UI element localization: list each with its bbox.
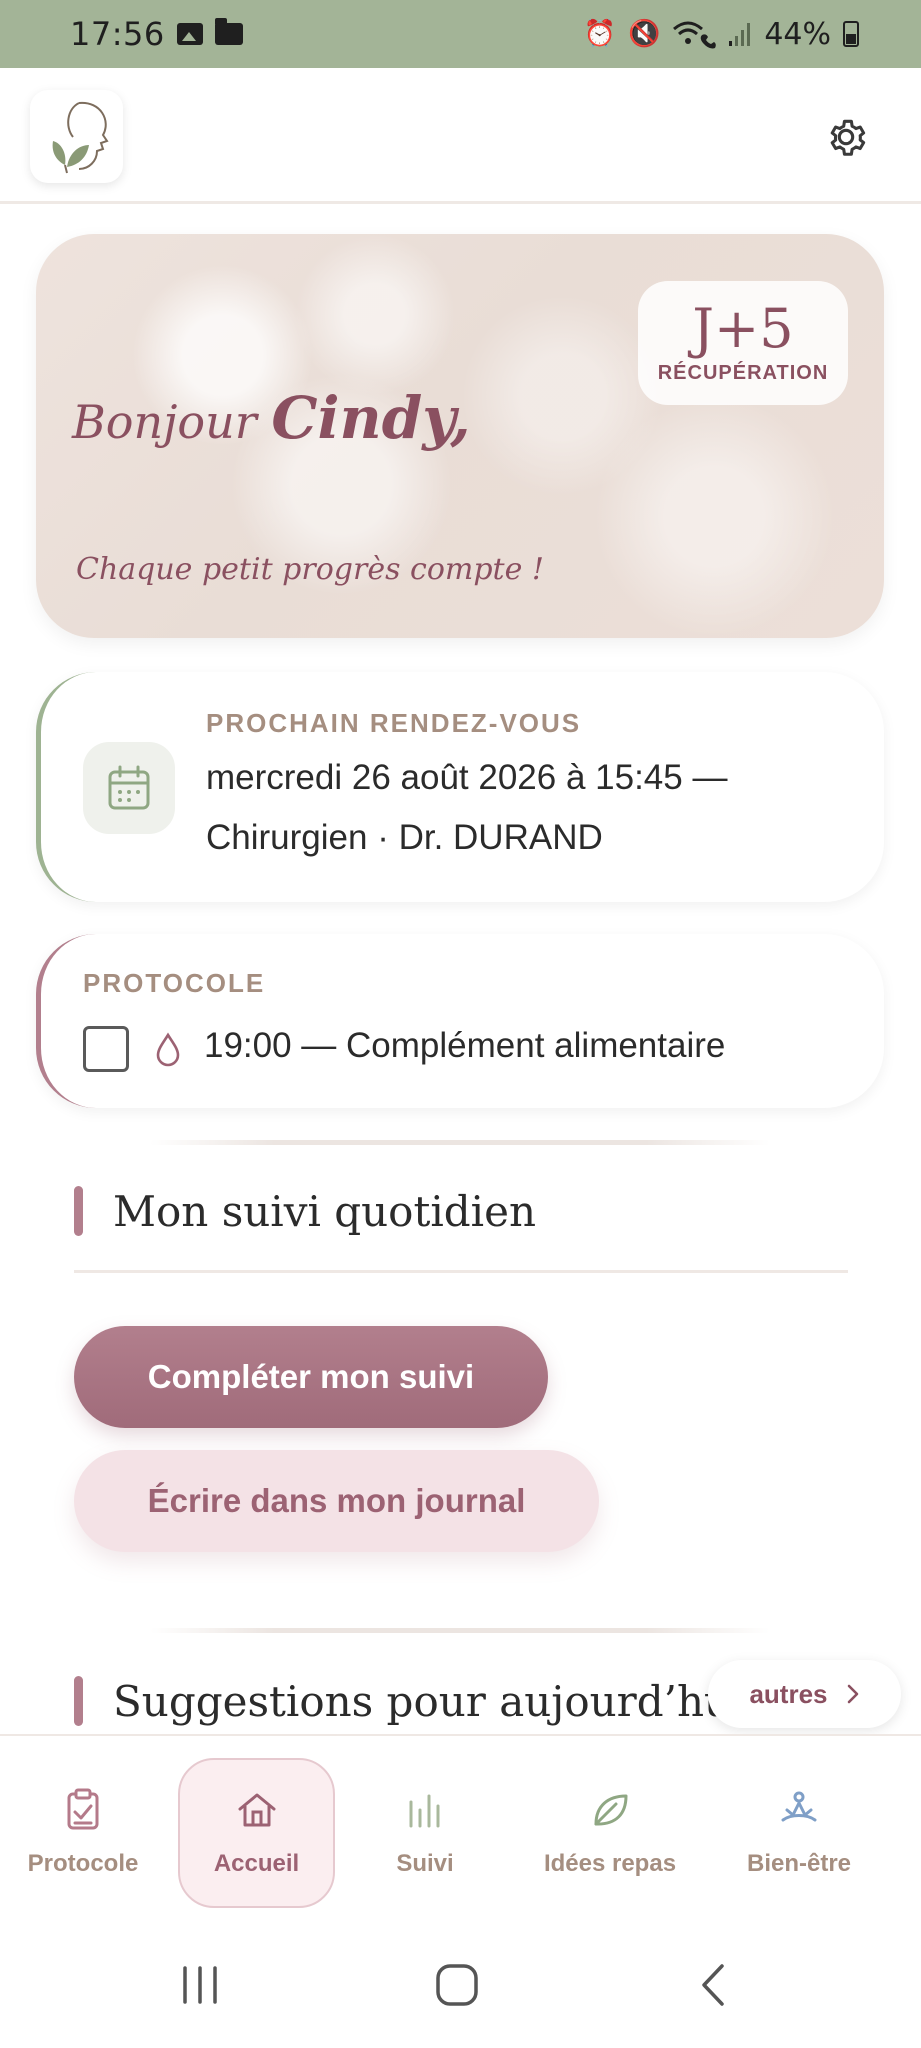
status-time: 17:56 <box>70 15 165 53</box>
nav-bien-etre[interactable]: Bien-être <box>724 1758 874 1908</box>
nav-bien-etre-label: Bien-être <box>746 1850 852 1877</box>
protocol-card: PROTOCOLE 19:00 — Complément alimentaire <box>36 934 884 1108</box>
greeting: Bonjour Cindy, <box>72 384 471 452</box>
drop-icon <box>156 1032 180 1067</box>
signal-icon <box>729 23 751 46</box>
nav-protocole[interactable]: Protocole <box>10 1758 156 1908</box>
leaf-face-logo <box>52 101 109 173</box>
protocol-label: PROTOCOLE <box>83 968 266 998</box>
battery-percent: 44% <box>764 16 831 52</box>
app-logo[interactable] <box>30 90 123 183</box>
chevron-right-icon <box>847 1684 858 1704</box>
meditation-icon <box>781 1791 817 1822</box>
section-rule <box>74 1270 848 1273</box>
nav-suivi[interactable]: Suivi <box>352 1758 498 1908</box>
nav-idees-repas[interactable]: Idées repas <box>520 1758 700 1908</box>
nav-suivi-label: Suivi <box>396 1850 454 1877</box>
recovery-day: J+5 <box>692 296 794 360</box>
recovery-badge: J+5 RÉCUPÉRATION <box>638 281 848 405</box>
appointment-datetime: mercredi 26 août 2026 à 15:45 — <box>206 758 728 797</box>
nav-protocole-label: Protocole <box>27 1850 139 1877</box>
greeting-word: Bonjour <box>72 395 257 449</box>
folder-icon <box>214 18 243 45</box>
suggestions-section-header: Suggestions pour aujourd’hui <box>74 1676 745 1726</box>
protocol-item: 19:00 — Complément alimentaire <box>204 1026 726 1065</box>
user-name: Cindy, <box>271 384 471 452</box>
bottom-navigation: Protocole Accueil Suivi Idées repas Bien… <box>0 1734 921 1926</box>
appointment-label: PROCHAIN RENDEZ-VOUS <box>206 708 582 738</box>
leaf-icon <box>594 1794 628 1826</box>
recovery-label: RÉCUPÉRATION <box>657 361 829 384</box>
mute-icon: 🔇 <box>627 19 661 49</box>
recent-apps-icon[interactable] <box>175 1960 225 2010</box>
more-suggestions-label: autres <box>749 1678 828 1709</box>
section-divider <box>150 1628 770 1633</box>
section-accent-bar <box>74 1676 83 1726</box>
gear-icon <box>830 119 866 156</box>
protocol-checkbox[interactable] <box>83 1026 129 1072</box>
complete-tracking-button[interactable]: Compléter mon suivi <box>74 1326 548 1428</box>
motto-text: Chaque petit progrès compte ! <box>76 552 544 587</box>
back-icon[interactable] <box>690 1960 740 2010</box>
gallery-icon <box>176 23 203 45</box>
hero-card: Bonjour Cindy, Chaque petit progrès comp… <box>36 234 884 638</box>
calendar-icon <box>108 765 150 810</box>
write-journal-button[interactable]: Écrire dans mon journal <box>74 1450 599 1552</box>
appointment-doctor: Chirurgien · Dr. DURAND <box>206 818 603 857</box>
system-navigation <box>0 1926 921 2048</box>
clipboard-check-icon <box>67 1788 99 1830</box>
status-bar: 17:56 ⏰ 🔇 44% <box>0 0 921 68</box>
more-suggestions-button[interactable]: autres <box>708 1660 901 1728</box>
home-system-icon[interactable] <box>432 1960 482 2010</box>
home-icon <box>238 1793 275 1827</box>
section-divider <box>150 1140 770 1145</box>
next-appointment-card[interactable]: PROCHAIN RENDEZ-VOUS mercredi 26 août 20… <box>36 672 884 902</box>
nav-idees-repas-label: Idées repas <box>543 1850 677 1877</box>
daily-section-title: Mon suivi quotidien <box>113 1186 536 1236</box>
alarm-icon: ⏰ <box>583 19 616 49</box>
suggestions-section-title: Suggestions pour aujourd’hui <box>113 1676 745 1726</box>
section-accent-bar <box>74 1186 83 1236</box>
daily-section-header: Mon suivi quotidien <box>74 1186 536 1236</box>
nav-accueil[interactable]: Accueil <box>178 1758 335 1908</box>
battery-icon <box>843 21 859 47</box>
bar-chart-icon <box>409 1794 440 1828</box>
app-header <box>0 68 921 204</box>
settings-button[interactable] <box>823 114 869 160</box>
wifi-call-icon <box>673 21 717 49</box>
calendar-icon-box <box>83 742 175 834</box>
nav-accueil-label: Accueil <box>213 1850 300 1877</box>
